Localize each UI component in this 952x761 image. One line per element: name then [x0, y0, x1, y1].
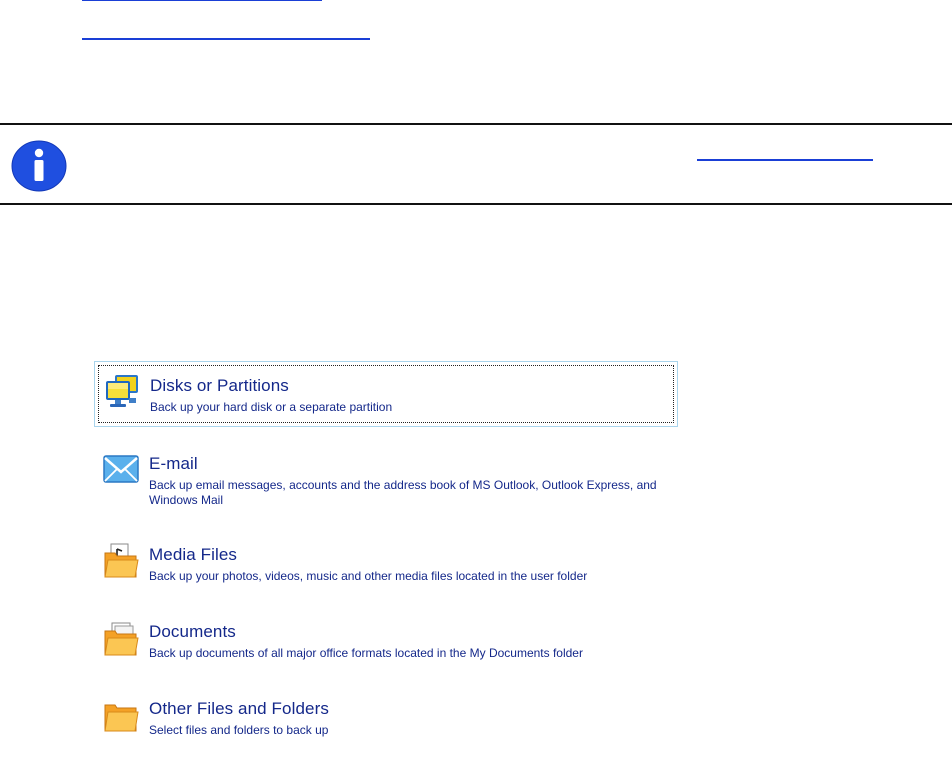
option-title: Other Files and Folders: [149, 699, 329, 718]
option-title: E-mail: [149, 454, 198, 473]
documents-folder-icon: [104, 622, 139, 656]
top-link-1-underline[interactable]: [82, 0, 322, 1]
help-page: Disks or Partitions Back up your hard di…: [0, 0, 952, 761]
option-title: Disks or Partitions: [150, 376, 289, 395]
option-title: Media Files: [149, 545, 238, 564]
option-documents[interactable]: Documents Back up documents of all major…: [94, 616, 678, 666]
envelope-icon: [103, 455, 139, 483]
monitor-icon: [106, 375, 138, 407]
top-link-2-underline[interactable]: [82, 38, 370, 40]
note-link-underline[interactable]: [697, 159, 873, 161]
option-other-files-and-folders[interactable]: Other Files and Folders Select files and…: [94, 693, 678, 743]
info-icon: [11, 140, 67, 192]
folder-icon: [104, 704, 139, 732]
option-description: Select files and folders to back up: [149, 723, 329, 737]
option-title: Documents: [149, 622, 236, 641]
info-note-box: [0, 123, 952, 205]
option-description: Back up your photos, videos, music and o…: [149, 569, 588, 583]
option-media-files[interactable]: Media Files Back up your photos, videos,…: [94, 539, 678, 589]
option-description: Back up documents of all major office fo…: [149, 646, 583, 660]
option-email[interactable]: E-mail Back up email messages, accounts …: [94, 447, 678, 513]
option-description: Back up email messages, accounts and the…: [149, 478, 657, 507]
option-disks-or-partitions[interactable]: Disks or Partitions Back up your hard di…: [94, 361, 678, 427]
media-folder-icon: [104, 543, 139, 578]
option-description: Back up your hard disk or a separate par…: [150, 400, 393, 414]
